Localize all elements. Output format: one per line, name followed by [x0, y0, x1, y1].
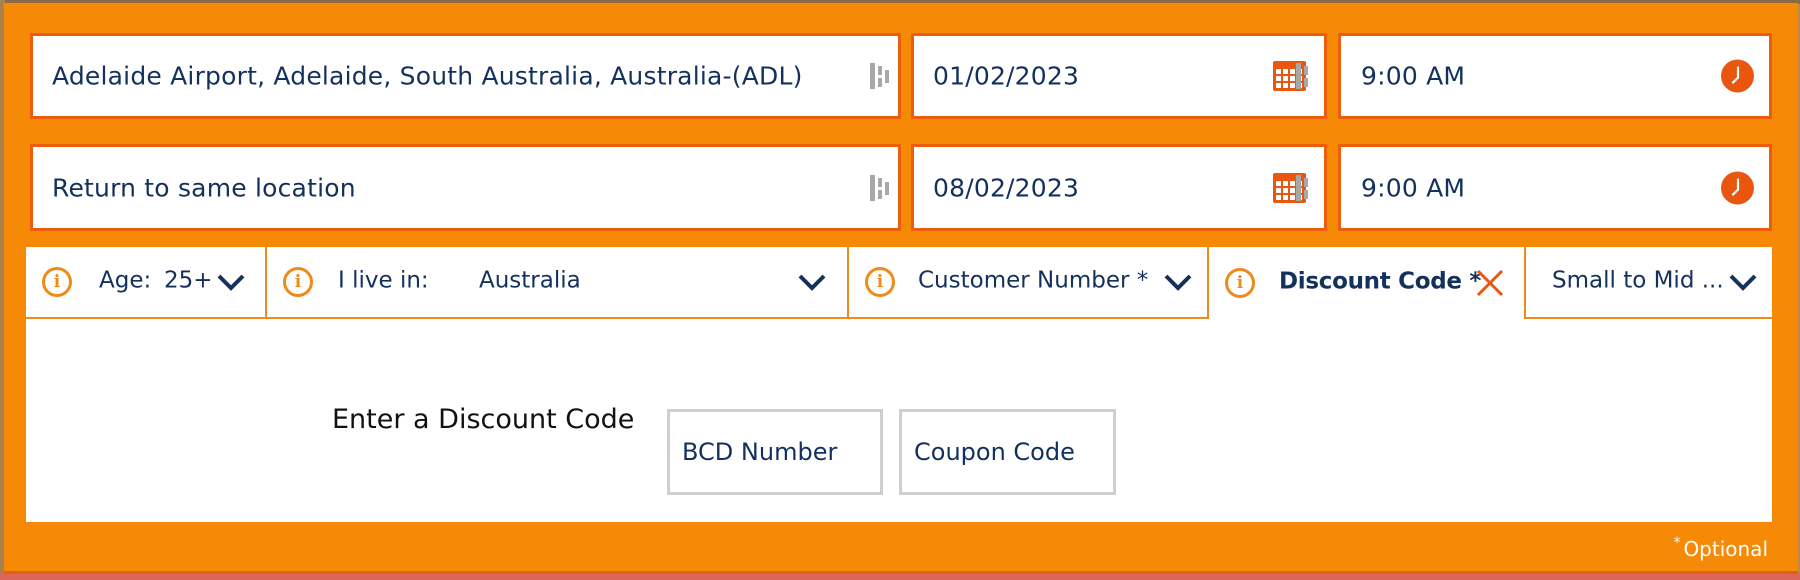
discount-code-heading: Enter a Discount Code — [332, 404, 635, 435]
loading-icon — [1296, 174, 1316, 201]
customer-number-dropdown[interactable]: i Customer Number * — [849, 247, 1209, 319]
info-icon[interactable]: i — [42, 267, 72, 297]
return-time-field[interactable]: 9:00 AM — [1338, 144, 1772, 231]
vehicle-type-dropdown[interactable]: Small to Mid ... — [1526, 247, 1772, 319]
clock-icon[interactable] — [1721, 59, 1754, 93]
chevron-down-icon — [798, 274, 826, 291]
chevron-down-icon — [217, 274, 245, 291]
loading-icon — [1296, 63, 1316, 89]
info-icon[interactable]: i — [283, 267, 313, 297]
optional-asterisk: * — [1673, 535, 1681, 551]
close-icon[interactable] — [1475, 268, 1505, 298]
optional-label: Optional — [1683, 537, 1768, 561]
pickup-date-field[interactable]: 01/02/2023 — [911, 33, 1327, 119]
coupon-code-input[interactable] — [899, 409, 1116, 495]
return-time-value: 9:00 AM — [1361, 173, 1466, 202]
loading-icon — [870, 174, 890, 201]
info-icon[interactable]: i — [865, 267, 895, 297]
chevron-down-icon — [1164, 274, 1192, 291]
age-label: Age: — [99, 267, 152, 294]
return-location-value: Return to same location — [52, 173, 356, 202]
options-panel: i Age: 25+ i I live in: Australia i Cust… — [26, 247, 1772, 522]
discount-code-tab[interactable]: i Discount Code * — [1209, 247, 1526, 319]
age-dropdown[interactable]: i Age: 25+ — [26, 247, 267, 319]
return-location-field[interactable]: Return to same location — [30, 144, 901, 231]
chevron-down-icon — [1729, 274, 1757, 291]
clock-icon[interactable] — [1721, 171, 1754, 204]
residence-dropdown[interactable]: i I live in: Australia — [267, 247, 849, 319]
age-value: 25+ — [164, 267, 213, 294]
background-strip — [0, 574, 1800, 580]
residence-value: Australia — [479, 267, 581, 294]
discount-code-label: Discount Code * — [1279, 268, 1482, 295]
vehicle-type-label: Small to Mid ... — [1552, 267, 1724, 294]
return-date-field[interactable]: 08/02/2023 — [911, 144, 1327, 231]
pickup-time-value: 9:00 AM — [1361, 61, 1466, 91]
info-icon[interactable]: i — [1225, 268, 1255, 298]
loading-icon — [870, 63, 890, 89]
pickup-date-value: 01/02/2023 — [933, 61, 1080, 91]
optional-note: * Optional — [1673, 535, 1768, 561]
pickup-location-value: Adelaide Airport, Adelaide, South Austra… — [52, 61, 803, 91]
pickup-location-field[interactable]: Adelaide Airport, Adelaide, South Austra… — [30, 33, 901, 119]
customer-number-label: Customer Number * — [918, 267, 1149, 294]
return-date-value: 08/02/2023 — [933, 173, 1080, 202]
bcd-number-input[interactable] — [667, 409, 883, 495]
pickup-time-field[interactable]: 9:00 AM — [1338, 33, 1772, 119]
residence-label: I live in: — [338, 267, 429, 294]
